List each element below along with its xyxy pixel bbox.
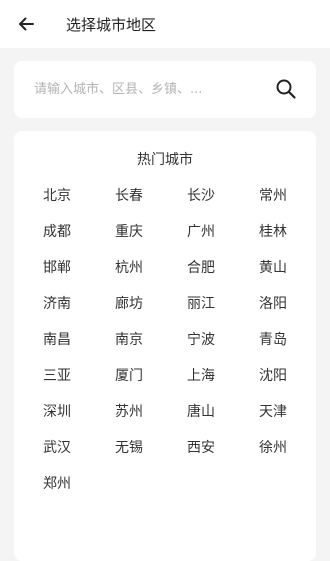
city-item[interactable]: 西安 [165, 429, 237, 465]
city-item[interactable]: 长春 [93, 177, 165, 213]
city-item[interactable]: 厦门 [93, 357, 165, 393]
city-item[interactable]: 郑州 [21, 465, 93, 501]
city-item[interactable]: 桂林 [237, 213, 309, 249]
hot-cities-title: 热门城市 [137, 152, 193, 168]
city-grid: 北京 长春 长沙 常州成都 重庆 广州 桂林邯郸 杭州 合肥 黄山济南 廊坊 丽江 洛阳南昌 南京 宁波 青岛… [21, 177, 316, 501]
city-item[interactable]: 北京 [21, 177, 93, 213]
city-item[interactable]: 上海 [165, 357, 237, 393]
city-item[interactable]: 广州 [165, 213, 237, 249]
city-item[interactable]: 深圳 [21, 393, 93, 429]
search-input[interactable] [32, 81, 256, 98]
header-bar: 选择城市地区 [0, 0, 330, 48]
arrow-left-icon [19, 17, 34, 31]
city-item[interactable]: 无锡 [93, 429, 165, 465]
city-item[interactable]: 邯郸 [21, 249, 93, 285]
search-button[interactable] [274, 77, 298, 101]
city-item[interactable]: 天津 [237, 393, 309, 429]
city-item[interactable]: 青岛 [237, 321, 309, 357]
city-item[interactable]: 济南 [21, 285, 93, 321]
city-item[interactable]: 苏州 [93, 393, 165, 429]
city-item[interactable]: 长沙 [165, 177, 237, 213]
city-item[interactable]: 唐山 [165, 393, 237, 429]
city-item[interactable]: 南京 [93, 321, 165, 357]
back-button[interactable] [2, 0, 50, 48]
city-item[interactable]: 南昌 [21, 321, 93, 357]
city-item[interactable]: 重庆 [93, 213, 165, 249]
city-item[interactable]: 洛阳 [237, 285, 309, 321]
city-item[interactable]: 杭州 [93, 249, 165, 285]
city-item[interactable]: 宁波 [165, 321, 237, 357]
search-icon [276, 79, 296, 99]
city-item[interactable]: 成都 [21, 213, 93, 249]
city-item[interactable]: 合肥 [165, 249, 237, 285]
hot-cities-panel: 热门城市 北京 长春 长沙 常州成都 重庆 广州 桂林邯郸 杭州 合肥 黄山济南 廊坊 丽江 洛阳南昌南… [14, 131, 316, 561]
page-title: 选择城市地区 [66, 15, 157, 34]
city-item[interactable]: 沈阳 [237, 357, 309, 393]
search-box [14, 61, 316, 118]
city-item[interactable]: 三亚 [21, 357, 93, 393]
city-item[interactable]: 常州 [237, 177, 309, 213]
city-item[interactable]: 武汉 [21, 429, 93, 465]
city-item[interactable]: 廊坊 [93, 285, 165, 321]
city-item[interactable]: 黄山 [237, 249, 309, 285]
city-item[interactable]: 徐州 [237, 429, 309, 465]
city-item[interactable]: 丽江 [165, 285, 237, 321]
